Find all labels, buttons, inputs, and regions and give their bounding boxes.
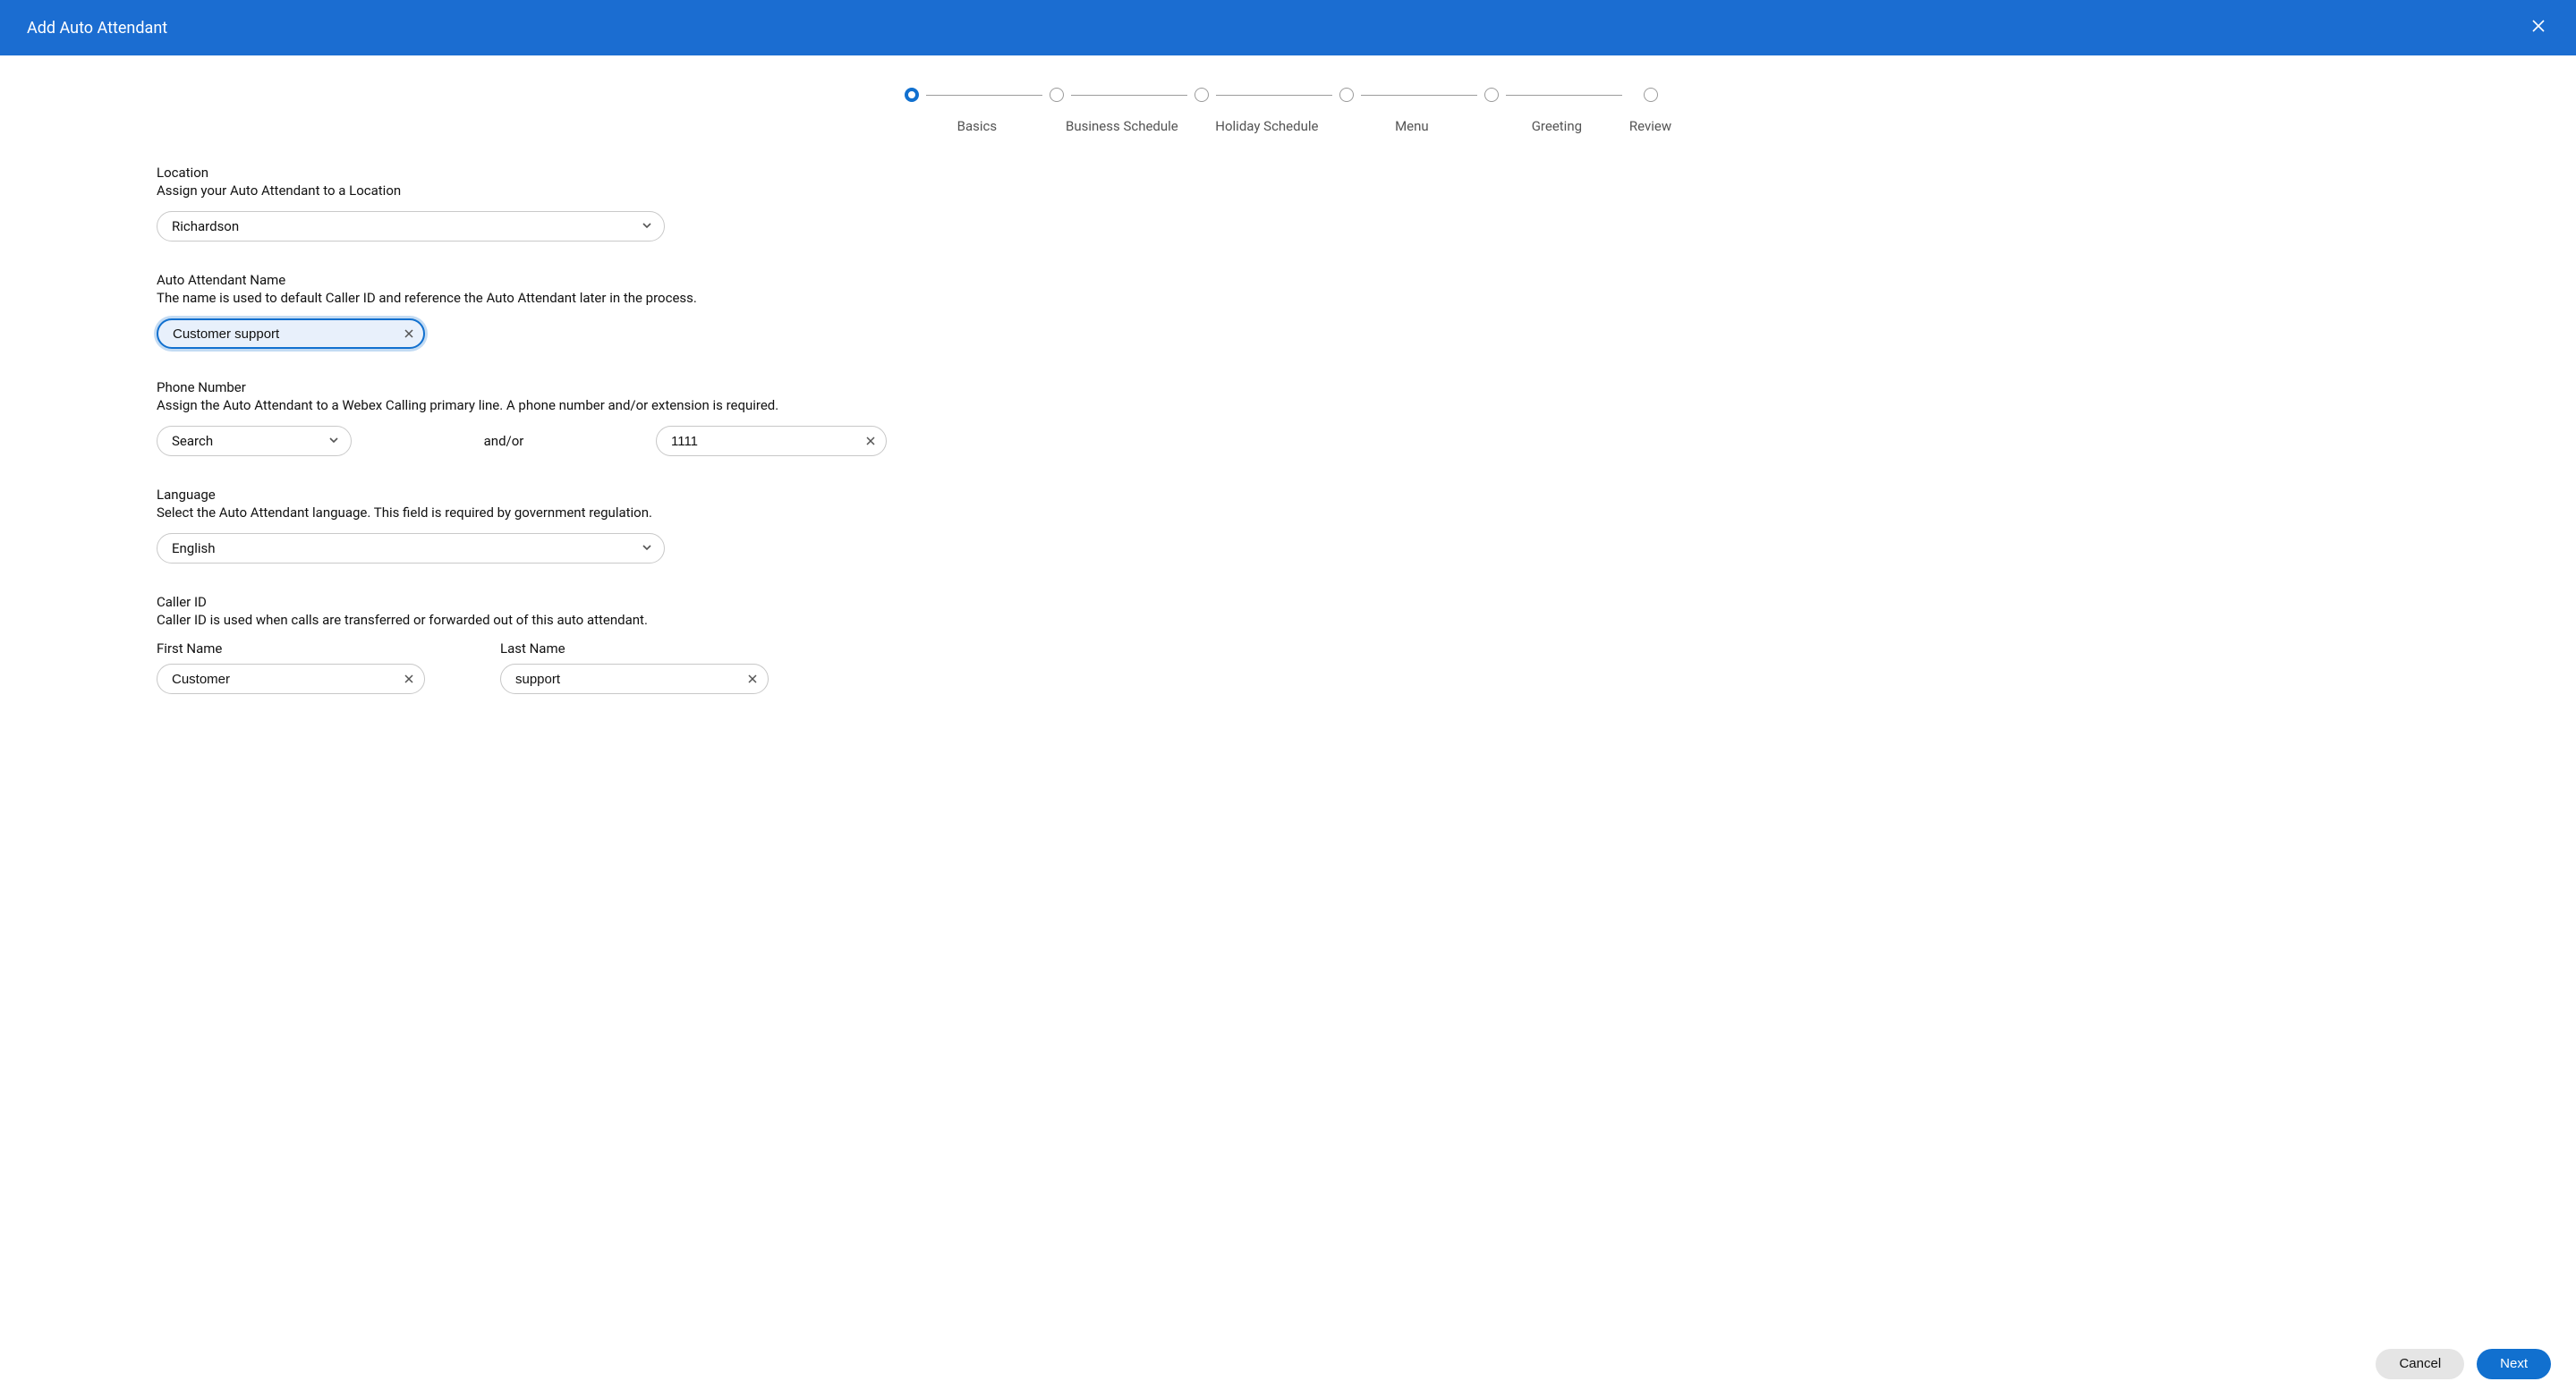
cancel-button[interactable]: Cancel xyxy=(2376,1349,2464,1379)
step-menu: Menu xyxy=(1339,88,1484,134)
wizard-stepper: Basics Business Schedule Holiday Schedul… xyxy=(0,55,2576,143)
step-holiday-schedule: Holiday Schedule xyxy=(1194,88,1339,134)
step-indicator xyxy=(1644,88,1658,102)
step-label: Menu xyxy=(1395,118,1429,134)
phone-number-select[interactable]: Search xyxy=(157,426,352,456)
location-description: Assign your Auto Attendant to a Location xyxy=(157,182,2576,199)
language-description: Select the Auto Attendant language. This… xyxy=(157,504,2576,521)
first-name-group: First Name xyxy=(157,640,425,694)
step-business-schedule: Business Schedule xyxy=(1050,88,1194,134)
caller-id-description: Caller ID is used when calls are transfe… xyxy=(157,612,2576,628)
step-indicator xyxy=(1484,88,1499,102)
dialog-header: Add Auto Attendant xyxy=(0,0,2576,55)
caller-id-title: Caller ID xyxy=(157,594,2576,610)
step-review: Review xyxy=(1629,88,1671,134)
last-name-input[interactable] xyxy=(500,664,769,694)
language-title: Language xyxy=(157,487,2576,503)
step-label: Review xyxy=(1629,118,1671,134)
step-indicator xyxy=(1050,88,1064,102)
step-greeting: Greeting xyxy=(1484,88,1629,134)
name-section: Auto Attendant Name The name is used to … xyxy=(157,272,2576,349)
step-label: Greeting xyxy=(1532,118,1582,134)
step-indicator xyxy=(1194,88,1209,102)
caller-id-section: Caller ID Caller ID is used when calls a… xyxy=(157,594,2576,694)
close-button[interactable] xyxy=(2528,17,2549,38)
location-section: Location Assign your Auto Attendant to a… xyxy=(157,165,2576,242)
close-icon xyxy=(866,433,875,449)
step-indicator xyxy=(1339,88,1354,102)
step-connector xyxy=(926,95,1042,96)
step-connector xyxy=(1506,95,1622,96)
step-connector xyxy=(1216,95,1332,96)
dialog-footer: Cancel Next xyxy=(0,1336,2576,1390)
close-icon xyxy=(2532,20,2545,36)
dialog-title: Add Auto Attendant xyxy=(27,19,167,38)
extension-input[interactable] xyxy=(656,426,887,456)
name-title: Auto Attendant Name xyxy=(157,272,2576,288)
step-indicator xyxy=(905,88,919,102)
clear-last-name-button[interactable] xyxy=(744,670,761,688)
auto-attendant-name-input[interactable] xyxy=(157,318,425,349)
location-select-value: Richardson xyxy=(172,218,239,234)
step-label: Holiday Schedule xyxy=(1215,118,1318,134)
last-name-group: Last Name xyxy=(500,640,769,694)
phone-description: Assign the Auto Attendant to a Webex Cal… xyxy=(157,397,2576,413)
language-select-value: English xyxy=(172,540,216,556)
language-select[interactable]: English xyxy=(157,533,665,564)
close-icon xyxy=(404,326,413,342)
phone-number-placeholder: Search xyxy=(172,433,213,449)
clear-first-name-button[interactable] xyxy=(400,670,418,688)
name-description: The name is used to default Caller ID an… xyxy=(157,290,2576,306)
first-name-input[interactable] xyxy=(157,664,425,694)
step-connector xyxy=(1071,95,1187,96)
step-connector xyxy=(1361,95,1477,96)
location-title: Location xyxy=(157,165,2576,181)
language-section: Language Select the Auto Attendant langu… xyxy=(157,487,2576,564)
step-label: Business Schedule xyxy=(1066,118,1178,134)
phone-section: Phone Number Assign the Auto Attendant t… xyxy=(157,379,2576,456)
phone-title: Phone Number xyxy=(157,379,2576,395)
clear-extension-button[interactable] xyxy=(862,432,880,450)
step-label: Basics xyxy=(957,118,998,134)
close-icon xyxy=(748,671,757,687)
clear-name-button[interactable] xyxy=(400,325,418,343)
and-or-label: and/or xyxy=(352,433,656,449)
step-basics: Basics xyxy=(905,88,1050,134)
location-select[interactable]: Richardson xyxy=(157,211,665,242)
next-button[interactable]: Next xyxy=(2477,1349,2551,1379)
dialog-body[interactable]: Location Assign your Auto Attendant to a… xyxy=(0,143,2576,1336)
first-name-label: First Name xyxy=(157,640,425,657)
last-name-label: Last Name xyxy=(500,640,769,657)
add-auto-attendant-dialog: Add Auto Attendant Basics Business Sched… xyxy=(0,0,2576,1390)
close-icon xyxy=(404,671,413,687)
